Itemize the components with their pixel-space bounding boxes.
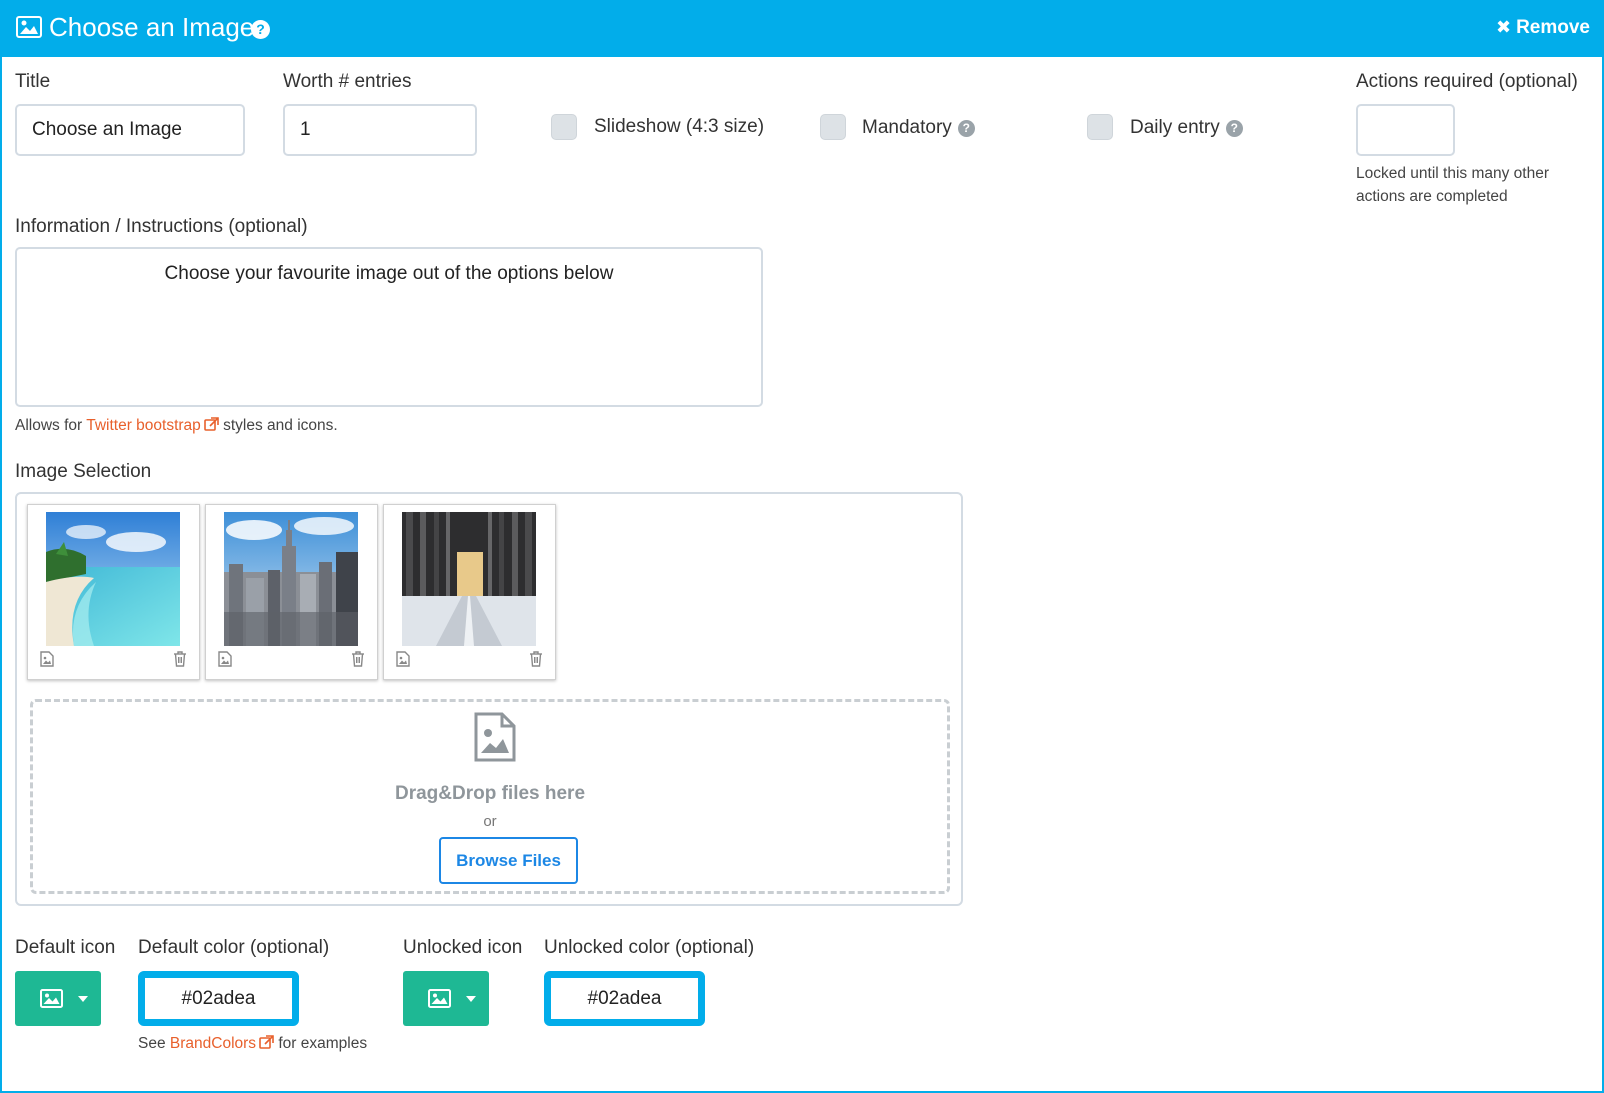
trash-icon xyxy=(352,651,364,667)
snowy-forest-image xyxy=(402,512,536,646)
panel-header: Choose an Image ? ✖ Remove xyxy=(0,0,1604,57)
image-selection-label: Image Selection xyxy=(15,461,152,482)
brandcolors-link-label: BrandColors xyxy=(169,1035,257,1052)
worth-entries-input[interactable] xyxy=(283,104,477,156)
image-icon xyxy=(428,989,451,1008)
actions-required-input[interactable] xyxy=(1356,104,1455,156)
mandatory-label-text: Mandatory xyxy=(862,117,952,138)
info-label: Information / Instructions (optional) xyxy=(15,216,308,237)
actions-required-label: Actions required (optional) xyxy=(1356,71,1578,92)
remove-label: Remove xyxy=(1516,17,1590,38)
file-image-icon xyxy=(218,651,232,667)
brandcolors-link[interactable]: BrandColors xyxy=(170,1035,274,1052)
default-icon-picker[interactable] xyxy=(15,971,101,1026)
mandatory-checkbox[interactable] xyxy=(820,114,846,140)
info-textarea[interactable]: Choose your favourite image out of the o… xyxy=(15,247,763,407)
dropzone[interactable]: Drag&Drop files here or Browse Files xyxy=(30,699,950,894)
panel-title: Choose an Image xyxy=(49,12,255,42)
help-icon[interactable]: ? xyxy=(251,20,270,39)
default-icon-label: Default icon xyxy=(15,937,116,958)
image-thumbnail[interactable] xyxy=(383,504,556,680)
trash-icon xyxy=(174,651,186,667)
default-color-label: Default color (optional) xyxy=(138,937,330,958)
info-help-suffix: styles and icons. xyxy=(223,417,338,434)
image-thumbnail[interactable] xyxy=(27,504,200,680)
image-selection-area: Drag&Drop files here or Browse Files xyxy=(15,492,963,906)
daily-entry-label-text: Daily entry xyxy=(1130,117,1220,138)
mandatory-label: Mandatory? xyxy=(862,116,975,140)
unlocked-color-label: Unlocked color (optional) xyxy=(544,937,755,958)
city-image xyxy=(224,512,358,646)
unlocked-icon-label: Unlocked icon xyxy=(403,937,523,958)
close-icon: ✖ xyxy=(1495,17,1512,37)
info-help-prefix: Allows for xyxy=(15,417,83,434)
help-icon[interactable]: ? xyxy=(957,120,975,137)
browse-files-button[interactable]: Browse Files xyxy=(439,837,578,884)
info-help-text: Allows for Twitter bootstrap styles and … xyxy=(15,414,338,437)
file-image-icon xyxy=(40,651,54,667)
image-icon xyxy=(16,16,42,38)
slideshow-checkbox[interactable] xyxy=(551,114,577,140)
default-color-input[interactable] xyxy=(138,971,299,1026)
file-image-icon xyxy=(474,712,516,762)
trash-icon xyxy=(530,651,542,667)
actions-help-text: Locked until this many other actions are… xyxy=(1356,162,1549,208)
unlocked-color-input[interactable] xyxy=(544,971,705,1026)
external-link-icon xyxy=(259,1035,274,1049)
caret-down-icon xyxy=(78,996,88,1002)
image-thumbnail[interactable] xyxy=(205,504,378,680)
brandcolors-help-text: See BrandColors for examples xyxy=(138,1032,367,1055)
twitter-bootstrap-link[interactable]: Twitter bootstrap xyxy=(86,417,219,434)
file-image-icon xyxy=(396,651,410,667)
actions-help-line: actions are completed xyxy=(1356,188,1508,205)
see-suffix: for examples xyxy=(278,1035,368,1052)
see-prefix: See xyxy=(138,1035,166,1052)
caret-down-icon xyxy=(466,996,476,1002)
title-label: Title xyxy=(15,71,51,92)
dropzone-or: or xyxy=(483,813,497,830)
help-icon[interactable]: ? xyxy=(1225,120,1243,137)
dropzone-text: Drag&Drop files here xyxy=(394,783,586,804)
daily-entry-label: Daily entry? xyxy=(1130,116,1243,140)
image-icon xyxy=(40,989,63,1008)
title-input[interactable] xyxy=(15,104,245,156)
beach-image xyxy=(46,512,180,646)
slideshow-label: Slideshow (4:3 size) xyxy=(594,116,765,137)
twitter-bootstrap-link-label: Twitter bootstrap xyxy=(86,417,201,434)
daily-entry-checkbox[interactable] xyxy=(1087,114,1113,140)
unlocked-icon-picker[interactable] xyxy=(403,971,489,1026)
worth-label: Worth # entries xyxy=(283,71,412,92)
external-link-icon xyxy=(203,417,219,431)
remove-button[interactable]: ✖ Remove xyxy=(1496,17,1590,39)
actions-help-line: Locked until this many other xyxy=(1356,165,1549,182)
